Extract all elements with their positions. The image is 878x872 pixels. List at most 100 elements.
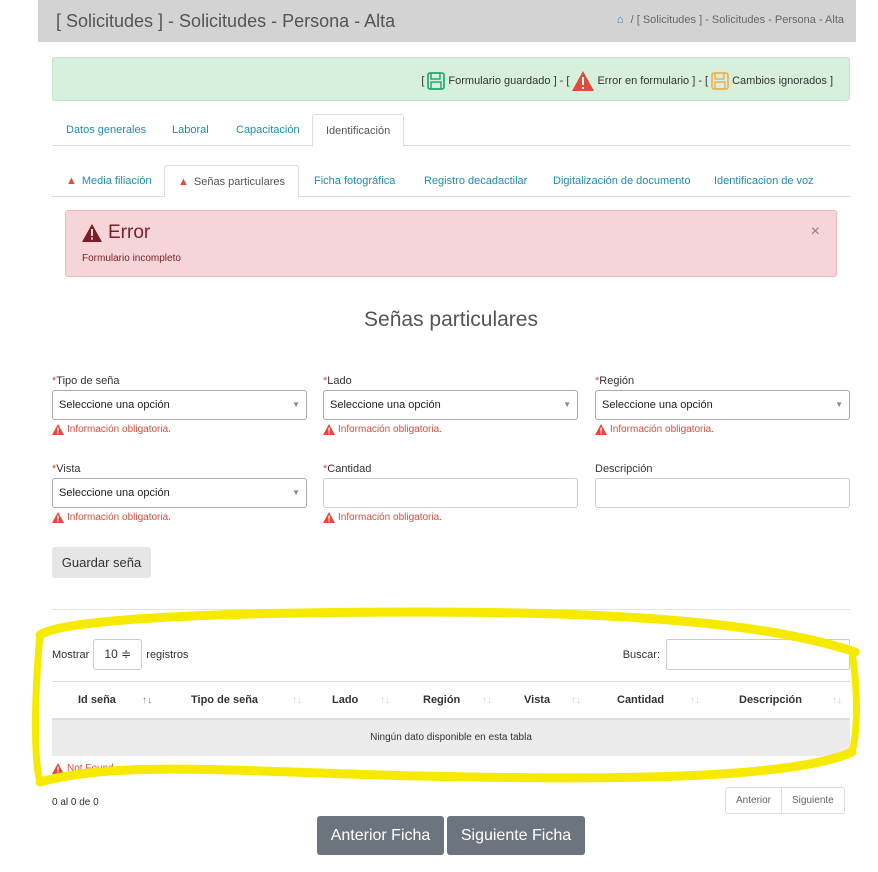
table-empty-row: Ningún dato disponible en esta tabla [52,720,850,756]
show-label: Mostrar [52,648,90,661]
page-title: [ Solicitudes ] - Solicitudes - Persona … [56,11,396,31]
search-label: Buscar: [622,648,660,661]
legend-ignored: Cambios ignorados ] [732,75,833,87]
page-length-control: Mostrar 10 ≑ registros [52,639,188,670]
column-vista[interactable]: Vista ↑↓ [524,682,594,719]
tab-capacitacion[interactable]: Capacitación [223,114,313,146]
warning-icon [595,424,607,435]
tab-datos-generales[interactable]: Datos generales [53,114,159,146]
region-error: Información obligatoria. [595,424,850,435]
guardar-sena-button[interactable]: Guardar seña [52,547,151,578]
tab-media-filiacion[interactable]: ▲ Media filiación [53,165,165,197]
lado-field: *Lado Seleccione una opción ▼ Información… [323,375,578,435]
title-bar: [ Solicitudes ] - Solicitudes - Persona … [38,0,856,42]
legend-error: Error en formulario ] - [ [597,75,709,87]
descripcion-field: Descripción [595,463,850,508]
tipo-sena-select[interactable]: Seleccione una opción ▼ [52,390,307,420]
sort-icon: ↑↓ [380,695,390,706]
column-id-sena[interactable]: Id seña ↑↓ [78,682,158,719]
lado-label: Lado [327,375,352,387]
tab-ficha-fotografica[interactable]: Ficha fotográfica [301,165,408,197]
anterior-ficha-button[interactable]: Anterior Ficha [317,816,444,855]
pagination: Anterior Siguiente [725,787,845,814]
home-icon[interactable]: ⌂ [617,14,624,26]
tab-digitalizacion[interactable]: Digitalización de documento [540,165,704,197]
caret-down-icon: ▼ [292,400,300,409]
highlight-stroke-left [32,631,44,786]
sort-icon: ↑↓ [292,695,302,706]
siguiente-ficha-button[interactable]: Siguiente Ficha [447,816,585,855]
lado-select[interactable]: Seleccione una opción ▼ [323,390,578,420]
breadcrumb: ⌂ / [ Solicitudes ] - Solicitudes - Pers… [617,14,844,26]
region-label: Región [599,375,635,387]
column-region[interactable]: Región ↑↓ [423,682,503,719]
floppy-ignored-icon [711,72,729,90]
floppy-saved-icon [427,72,446,90]
tab-label: Media filiación [81,175,152,187]
tipo-sena-error: Información obligatoria. [52,424,307,435]
tipo-sena-label: Tipo de seña [56,375,120,387]
column-cantidad[interactable]: Cantidad ↑↓ [617,682,707,719]
lado-error: Información obligatoria. [323,424,578,435]
tab-senas-particulares[interactable]: ▲ Señas particulares [164,165,299,198]
vista-label: Vista [56,463,81,475]
alert-message: Formulario incompleto [82,253,181,264]
close-icon[interactable]: × [811,223,820,241]
warning-icon [52,424,64,435]
column-descripcion[interactable]: Descripción ↑↓ [739,682,847,719]
region-field: *Región Seleccione una opción ▼ Informaci… [595,375,850,435]
cantidad-field: *Cantidad Información obligatoria. [323,463,578,523]
warning-icon [82,224,102,242]
alert-title: Error [108,222,151,243]
sort-asc-icon: ↑↓ [142,695,152,706]
breadcrumb-separator: / [630,14,634,26]
sub-tabs: ▲ Media filiación ▲ Señas particulares Fic… [52,165,850,198]
cantidad-input[interactable] [323,478,578,508]
tab-registro-decadactilar[interactable]: Registro decadactilar [411,165,540,197]
warning-icon [52,763,64,774]
table-header: Id seña ↑↓ Tipo de seña ↑↓ Lado ↑↓ Región ↑↓… [52,681,850,720]
tab-label: Señas particulares [193,176,285,188]
not-found-error: Not Found [52,763,114,774]
region-select[interactable]: Seleccione una opción ▼ [595,390,850,420]
legend-saved: Formulario guardado ] - [ [448,75,570,87]
tipo-sena-field: *Tipo de seña Seleccione una opción ▼ Inf… [52,375,307,435]
warning-icon [572,71,595,91]
column-tipo-sena[interactable]: Tipo de seña ↑↓ [191,682,302,719]
status-legend: [ Formulario guardado ] - [ Error en for… [52,57,850,101]
vista-field: *Vista Seleccione una opción ▼ Informació… [52,463,307,523]
next-page-button[interactable]: Siguiente [781,788,844,813]
page-length-select[interactable]: 10 ≑ [93,639,143,670]
warning-icon [323,512,335,523]
warning-icon [323,424,335,435]
sort-icon: ↑↓ [571,695,581,706]
sort-icon: ↑↓ [482,695,492,706]
highlight-stroke-bottom [35,747,857,787]
prev-page-button[interactable]: Anterior [726,788,781,813]
sort-icon: ↑↓ [832,695,842,706]
vista-select[interactable]: Seleccione una opción ▼ [52,478,307,508]
column-lado[interactable]: Lado ↑↓ [332,682,402,719]
caret-down-icon: ▼ [563,400,571,409]
error-alert: Error Formulario incompleto × [65,210,837,277]
table-search: Buscar: [623,639,850,670]
highlight-stroke-right [848,648,860,756]
caret-down-icon: ▼ [292,488,300,497]
section-title: Señas particulares [364,308,538,331]
descripcion-label: Descripción [595,463,653,475]
records-label: registros [146,648,189,661]
main-tabs: Datos generales Laboral Capacitación Ide… [52,114,850,147]
divider [52,609,850,610]
warning-icon: ▲ [66,175,77,187]
tab-identificacion-voz[interactable]: Identificacion de voz [701,165,827,197]
warning-icon [52,512,64,523]
tab-laboral[interactable]: Laboral [159,114,222,146]
sort-icon: ↑↓ [690,695,700,706]
descripcion-input[interactable] [595,478,850,508]
table-info: 0 al 0 de 0 [52,797,99,808]
search-input[interactable] [666,639,850,670]
warning-icon: ▲ [178,176,189,188]
tab-identificacion[interactable]: Identificación [312,114,405,147]
breadcrumb-current: [ Solicitudes ] - Solicitudes - Persona … [636,14,844,26]
caret-down-icon: ▼ [835,400,843,409]
